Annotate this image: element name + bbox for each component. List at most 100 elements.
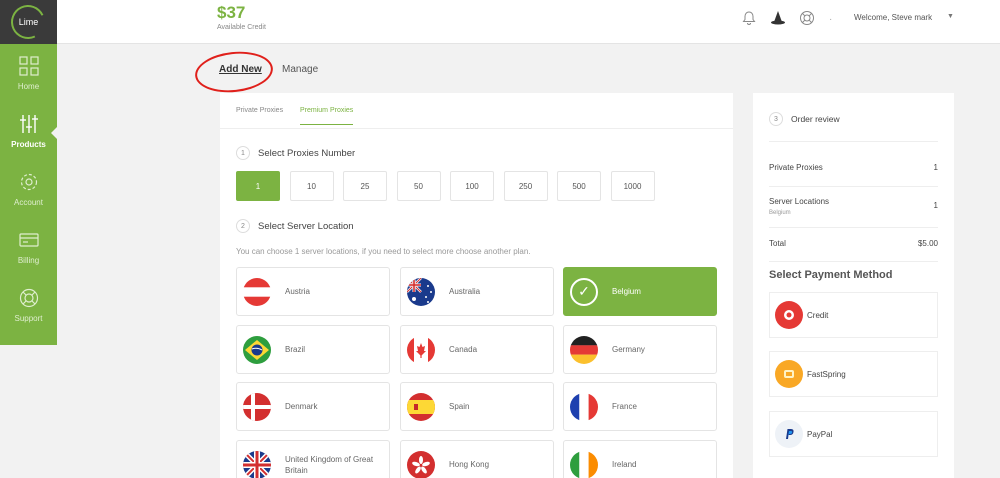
divider <box>769 227 938 228</box>
location-hong-kong[interactable]: Hong Kong <box>400 440 554 478</box>
location-name: Germany <box>612 345 645 354</box>
sidebar-item-account[interactable]: Account <box>0 160 57 218</box>
quantity-option-25[interactable]: 25 <box>343 171 387 201</box>
step-number: 1 <box>236 146 250 160</box>
sidebar-item-home[interactable]: Home <box>0 44 57 102</box>
flag-austria-icon <box>243 277 271 306</box>
location-ireland[interactable]: Ireland <box>563 440 717 478</box>
order-review-panel: 3 Order review Private Proxies 1 Server … <box>753 93 954 478</box>
payment-option-paypal[interactable]: PayPal <box>769 411 938 457</box>
location-name: Australia <box>449 287 481 296</box>
quantity-options: 1 10 25 50 100 250 500 1000 <box>236 171 664 201</box>
sidebar-item-label: Support <box>14 313 43 323</box>
location-spain[interactable]: Spain <box>400 382 554 431</box>
sidebar-item-label: Home <box>17 81 40 91</box>
divider <box>769 186 938 187</box>
location-united-kingdom[interactable]: United Kingdom of Great Britain <box>236 440 390 478</box>
fastspring-icon <box>775 360 803 388</box>
location-hint: You can choose 1 server locations, if yo… <box>236 247 531 256</box>
payment-label: Credit <box>807 310 829 320</box>
location-name: Ireland <box>612 460 637 469</box>
server-locations-label: Server Locations <box>769 197 830 206</box>
location-germany[interactable]: Germany <box>563 325 717 374</box>
payment-option-fastspring[interactable]: FastSpring <box>769 351 938 397</box>
quantity-option-1[interactable]: 1 <box>236 171 280 201</box>
step-select-location: 2 Select Server Location <box>236 219 354 233</box>
total-label: Total <box>769 239 786 248</box>
sidebar-item-label: Products <box>11 139 46 149</box>
step-select-number: 1 Select Proxies Number <box>236 146 355 160</box>
step-title: Select Proxies Number <box>258 147 356 159</box>
bell-icon[interactable] <box>741 10 757 26</box>
step-number: 2 <box>236 219 250 233</box>
quantity-option-1000[interactable]: 1000 <box>610 171 655 201</box>
flag-denmark-icon <box>243 392 271 421</box>
flag-ireland-icon <box>570 450 598 478</box>
sidebar-item-label: Account <box>14 197 43 207</box>
quantity-option-50[interactable]: 50 <box>396 171 441 201</box>
flag-australia-icon <box>407 277 435 306</box>
wizard-hat-icon[interactable] <box>770 10 786 26</box>
location-name: Denmark <box>285 402 318 411</box>
location-belgium[interactable]: ✓ Belgium <box>563 267 717 316</box>
step-number: 3 <box>769 112 783 126</box>
grid-icon <box>18 55 39 76</box>
flag-brazil-icon <box>243 335 271 364</box>
location-name: United Kingdom of Great Britain <box>285 454 374 475</box>
checkmark-icon: ✓ <box>570 277 598 306</box>
tab-manage[interactable]: Manage <box>282 64 318 75</box>
location-name: Belgium <box>612 287 641 296</box>
sliders-icon <box>19 114 38 133</box>
quantity-option-10[interactable]: 10 <box>289 171 334 201</box>
flag-canada-icon <box>407 335 435 364</box>
tab-premium-proxies[interactable]: Premium Proxies <box>300 107 354 125</box>
location-name: Hong Kong <box>449 460 490 469</box>
flag-france-icon <box>570 392 598 421</box>
order-review-title: Order review <box>791 114 840 124</box>
flag-hong-kong-icon <box>407 450 435 478</box>
location-france[interactable]: France <box>563 382 717 431</box>
payment-option-credit[interactable]: Credit <box>769 292 938 338</box>
sidebar-item-billing[interactable]: Billing <box>0 218 57 276</box>
total-value: $5.00 <box>917 239 938 248</box>
quantity-option-500[interactable]: 500 <box>557 171 601 201</box>
credit-label: Available Credit <box>217 24 266 31</box>
sidebar-item-support[interactable]: Support <box>0 276 57 334</box>
server-locations-value: 1 <box>933 201 938 210</box>
tab-private-proxies[interactable]: Private Proxies <box>236 107 283 114</box>
location-brazil[interactable]: Brazil <box>236 325 390 374</box>
lifebuoy-icon[interactable] <box>799 10 815 26</box>
header-separator: · <box>829 14 833 25</box>
sidebar: Lime Home Products Account Billing Suppo… <box>0 0 58 345</box>
card-icon <box>18 232 39 247</box>
server-locations-selected: Belgium <box>769 210 791 216</box>
annotation-circle <box>193 48 275 96</box>
gear-icon <box>20 173 37 190</box>
flag-spain-icon <box>407 392 435 421</box>
user-menu[interactable]: Welcome, Steve mark <box>854 13 932 22</box>
location-austria[interactable]: Austria <box>236 267 390 316</box>
private-proxies-label: Private Proxies <box>769 163 823 172</box>
logo[interactable]: Lime <box>0 0 57 44</box>
location-denmark[interactable]: Denmark <box>236 382 390 431</box>
divider <box>769 261 938 262</box>
quantity-option-250[interactable]: 250 <box>503 171 548 201</box>
flag-germany-icon <box>570 335 598 364</box>
location-name: France <box>612 402 637 411</box>
sidebar-item-products[interactable]: Products <box>0 102 58 160</box>
location-canada[interactable]: Canada <box>400 325 554 374</box>
divider <box>769 141 938 142</box>
order-form-card: Private Proxies Premium Proxies 1 Select… <box>220 93 733 478</box>
credit-icon <box>775 301 803 329</box>
proxy-type-tabs: Private Proxies Premium Proxies <box>220 93 733 129</box>
chevron-down-icon[interactable]: ▼ <box>947 13 954 20</box>
payment-label: PayPal <box>807 429 833 439</box>
quantity-option-100[interactable]: 100 <box>450 171 494 201</box>
active-indicator <box>51 126 58 140</box>
logo-text: Lime <box>18 17 39 27</box>
location-australia[interactable]: Australia <box>400 267 554 316</box>
location-name: Brazil <box>285 345 306 354</box>
payment-method-title: Select Payment Method <box>769 269 893 281</box>
sidebar-item-label: Billing <box>17 255 40 265</box>
lifebuoy-icon <box>19 288 38 307</box>
